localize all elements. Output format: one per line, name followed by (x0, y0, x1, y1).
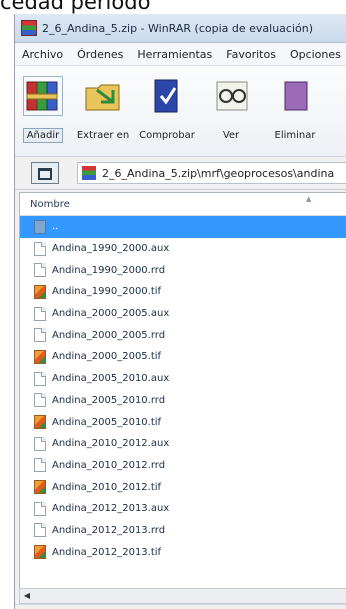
document-file-icon (34, 371, 46, 386)
list-item[interactable]: Andina_2010_2012.tif (20, 476, 346, 498)
column-name-label: Nombre (30, 198, 70, 210)
file-name: Andina_1990_2000.rrd (52, 264, 166, 276)
menu-opciones[interactable]: Opciones (283, 48, 346, 61)
sort-arrow-icon: ▲ (306, 195, 312, 203)
archive-books-icon (23, 76, 63, 116)
image-file-icon (34, 480, 46, 495)
list-item[interactable]: Andina_1990_2000.tif (20, 281, 346, 303)
menu-favoritos[interactable]: Favoritos (219, 48, 283, 61)
menu-bar: Archivo Órdenes Herramientas Favoritos O… (15, 43, 346, 66)
extract-to-button[interactable]: Extraer en (71, 66, 135, 152)
view-button-label: Ver (222, 130, 240, 141)
list-item[interactable]: Andina_2012_2013.tif (20, 541, 346, 563)
address-bar: 2_6_Andina_5.zip\mrf\geoprocesos\andina (15, 157, 346, 190)
document-file-icon (34, 393, 46, 408)
file-name: Andina_2005_2010.aux (52, 373, 170, 385)
file-name: Andina_1990_2000.aux (52, 243, 170, 255)
winrar-window: 2_6_Andina_5.zip - WinRAR (copia de eval… (14, 14, 346, 609)
list-item[interactable]: Andina_1990_2000.rrd (20, 259, 346, 281)
file-list: Nombre ▲ .. Andina_1990_2000.aux Andina_1… (19, 192, 346, 589)
horizontal-scrollbar[interactable]: ◀ (19, 588, 346, 604)
menu-herramientas[interactable]: Herramientas (130, 48, 219, 61)
file-name: Andina_2010_2012.tif (52, 481, 162, 493)
delete-icon (275, 76, 315, 116)
list-item[interactable]: Andina_2005_2010.tif (20, 411, 346, 433)
file-name: Andina_2000_2005.rrd (52, 329, 166, 341)
test-button-label: Comprobar (139, 130, 195, 141)
document-file-icon (34, 328, 46, 343)
image-file-icon (34, 349, 46, 364)
extract-folder-icon (83, 76, 123, 116)
file-name: Andina_2000_2005.aux (52, 308, 170, 320)
file-name: Andina_2012_2013.rrd (52, 524, 166, 536)
image-file-icon (34, 545, 46, 560)
document-file-icon (34, 241, 46, 256)
winrar-app-icon (21, 20, 37, 36)
image-file-icon (34, 415, 46, 430)
menu-archivo[interactable]: Archivo (15, 48, 70, 61)
toolbar: Añadir Extraer en Comprobar Ver Eliminar (15, 66, 346, 157)
list-item[interactable]: Andina_2010_2012.rrd (20, 455, 346, 477)
file-name: Andina_2000_2005.tif (52, 351, 162, 363)
file-name: Andina_2012_2013.aux (52, 503, 170, 515)
list-item[interactable]: Andina_1990_2000.aux (20, 238, 346, 260)
file-name: Andina_2010_2012.aux (52, 438, 170, 450)
folder-up-icon (34, 219, 46, 234)
view-button[interactable]: Ver (199, 66, 263, 152)
list-item-up-dir[interactable]: .. (20, 216, 346, 238)
glasses-view-icon (211, 76, 251, 116)
file-name: Andina_2005_2010.tif (52, 416, 162, 428)
file-name: Andina_2010_2012.rrd (52, 459, 166, 471)
status-bar (15, 604, 346, 609)
image-file-icon (34, 284, 46, 299)
path-text: 2_6_Andina_5.zip\mrf\geoprocesos\andina (102, 166, 335, 180)
column-header-name[interactable]: Nombre ▲ (20, 193, 346, 216)
list-item[interactable]: Andina_2012_2013.aux (20, 498, 346, 520)
test-button[interactable]: Comprobar (135, 66, 199, 152)
list-item[interactable]: Andina_2005_2010.aux (20, 368, 346, 390)
file-name: .. (52, 221, 59, 233)
test-book-icon (147, 76, 187, 116)
window-title: 2_6_Andina_5.zip - WinRAR (copia de eval… (42, 21, 314, 35)
document-file-icon (34, 523, 46, 538)
list-item[interactable]: Andina_2000_2005.tif (20, 346, 346, 368)
archive-icon (82, 166, 96, 180)
scroll-left-arrow-icon[interactable]: ◀ (20, 589, 34, 603)
document-file-icon (34, 263, 46, 278)
document-file-icon (34, 458, 46, 473)
menu-ordenes[interactable]: Órdenes (70, 48, 130, 61)
document-file-icon (34, 436, 46, 451)
document-file-icon (34, 501, 46, 516)
list-item[interactable]: Andina_2010_2012.aux (20, 433, 346, 455)
path-field[interactable]: 2_6_Andina_5.zip\mrf\geoprocesos\andina (77, 162, 346, 184)
list-item[interactable]: Andina_2012_2013.rrd (20, 520, 346, 542)
file-name: Andina_2005_2010.rrd (52, 394, 166, 406)
title-bar[interactable]: 2_6_Andina_5.zip - WinRAR (copia de eval… (15, 14, 346, 43)
delete-button-label: Eliminar (274, 130, 316, 141)
list-item[interactable]: Andina_2000_2005.aux (20, 303, 346, 325)
extract-to-button-label: Extraer en (76, 130, 130, 141)
add-button-label: Añadir (22, 128, 64, 143)
add-button[interactable]: Añadir (15, 66, 71, 152)
up-one-level-button[interactable] (31, 162, 59, 184)
page-heading-fragment: cedad período (0, 0, 151, 14)
file-rows: Andina_1990_2000.aux Andina_1990_2000.rrd… (20, 238, 346, 563)
list-item[interactable]: Andina_2000_2005.rrd (20, 324, 346, 346)
list-item[interactable]: Andina_2005_2010.rrd (20, 390, 346, 412)
file-name: Andina_2012_2013.tif (52, 546, 162, 558)
document-file-icon (34, 306, 46, 321)
file-name: Andina_1990_2000.tif (52, 286, 162, 298)
delete-button[interactable]: Eliminar (263, 66, 327, 152)
